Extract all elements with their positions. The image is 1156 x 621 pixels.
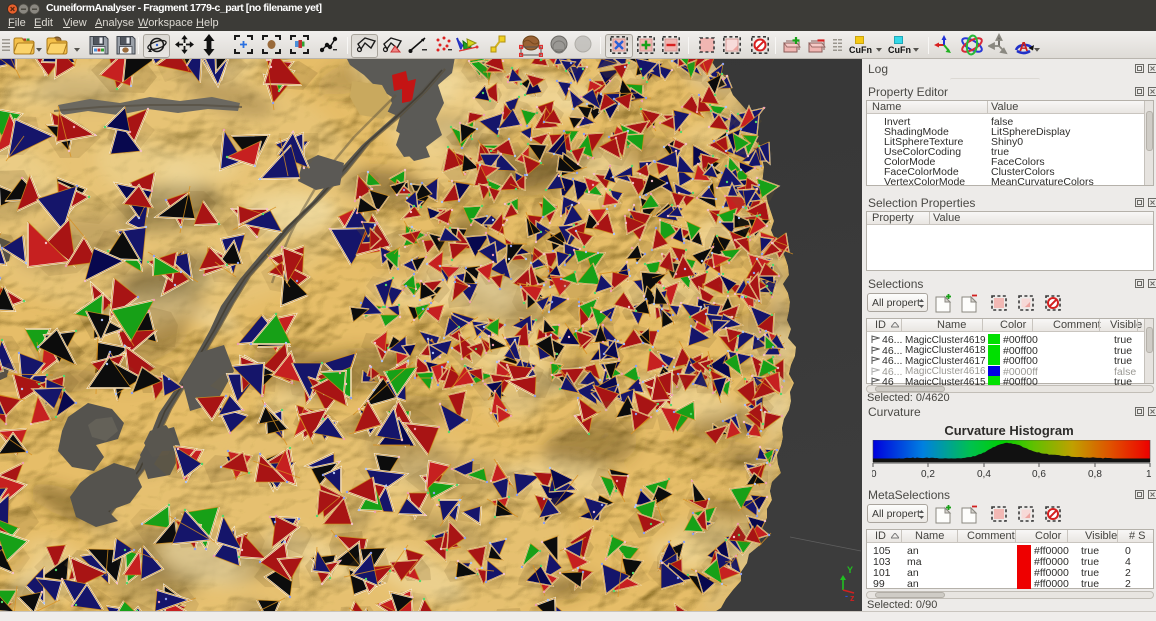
svg-text:0,4: 0,4 [977, 469, 991, 480]
svg-text:-: - [845, 591, 848, 601]
svg-text:Y: Y [847, 565, 853, 575]
svg-text:z: z [850, 593, 855, 603]
svg-text:0,2: 0,2 [921, 469, 935, 480]
svg-text:0,8: 0,8 [1088, 469, 1102, 480]
svg-text:0,6: 0,6 [1032, 469, 1046, 480]
svg-text:0: 0 [872, 469, 877, 480]
svg-text:1: 1 [1146, 469, 1151, 480]
